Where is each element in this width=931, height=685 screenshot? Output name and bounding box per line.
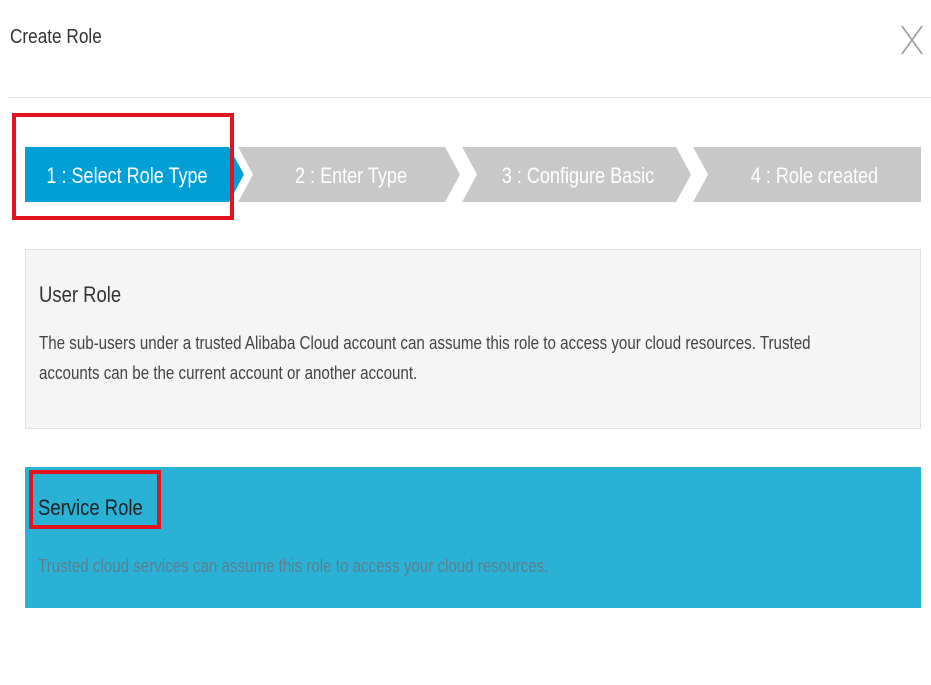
service-role-description: Trusted cloud services can assume this r… [38,556,549,576]
step-2-label[interactable]: 2 : Enter Type [273,160,429,192]
user-role-description-line-1: The sub-users under a trusted Alibaba Cl… [39,333,811,353]
step-1-label[interactable]: 1 : Select Role Type [43,160,210,192]
step-3-label[interactable]: 3 : Configure Basic [498,160,659,192]
user-role-card[interactable]: User Role The sub-users under a trusted … [25,249,921,429]
user-role-description-line-2: accounts can be the current account or a… [39,363,418,383]
service-role-title: Service Role [38,495,143,520]
step-progress-shapes [25,147,921,202]
step-4-label[interactable]: 4 : Role created [727,160,902,192]
service-role-card[interactable]: Service Role Trusted cloud services can … [25,467,921,608]
create-role-dialog: Create Role 1 : Select Role Type 2 : Ent… [0,0,931,685]
user-role-title: User Role [39,282,122,307]
user-role-description: The sub-users under a trusted Alibaba Cl… [39,328,879,388]
